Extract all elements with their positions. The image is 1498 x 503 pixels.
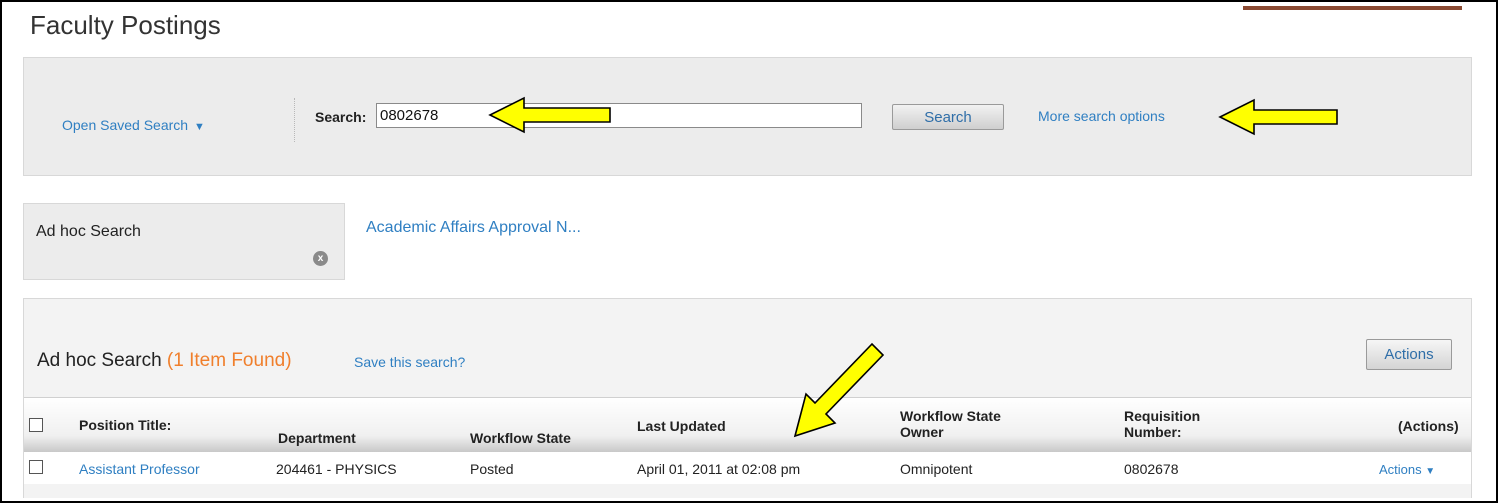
chevron-down-icon: ▼ [1425,466,1436,477]
row-last-updated: April 01, 2011 at 02:08 pm [637,461,801,477]
table-row: Assistant Professor 204461 - PHYSICS Pos… [24,452,1471,484]
column-header-actions: (Actions) [1398,418,1459,434]
row-actions-menu[interactable]: Actions ▼ [1379,462,1435,477]
table-header: Position Title: Department Workflow Stat… [24,397,1471,452]
column-header-last-updated[interactable]: Last Updated [637,418,726,434]
tab-academic-affairs-approval[interactable]: Academic Affairs Approval N... [366,219,581,237]
row-owner: Omnipotent [900,461,973,477]
results-panel: Ad hoc Search (1 Item Found) Save this s… [23,298,1472,498]
row-actions-label: Actions [1379,462,1422,477]
row-position-title-link[interactable]: Assistant Professor [79,461,200,477]
results-heading: Ad hoc Search (1 Item Found) [37,350,292,372]
tab-ad-hoc-search[interactable]: Ad hoc Search x [23,203,345,280]
row-requisition-number: 0802678 [1124,461,1179,477]
row-department: 204461 - PHYSICS [276,461,397,477]
requisition-line2: Number: [1124,424,1182,440]
chevron-down-icon: ▼ [193,121,205,133]
column-header-department[interactable]: Department [278,430,356,446]
actions-button[interactable]: Actions [1366,339,1452,370]
search-input[interactable] [376,103,862,128]
search-button[interactable]: Search [892,104,1004,130]
save-search-link[interactable]: Save this search? [354,354,465,370]
column-header-position-title[interactable]: Position Title: [79,417,171,433]
close-icon[interactable]: x [313,251,328,266]
column-header-workflow-state[interactable]: Workflow State [470,430,571,446]
tab-ad-hoc-search-label: Ad hoc Search [36,223,141,240]
open-saved-search-link[interactable]: Open Saved Search ▼ [62,117,205,133]
annotation-arrow-diagonal-icon [793,342,885,438]
workflow-owner-line1: Workflow State [900,408,1001,424]
top-accent-bar [1243,6,1462,10]
column-header-requisition-number[interactable]: Requisition Number: [1124,408,1200,440]
annotation-arrow-left-icon [1218,98,1338,136]
row-workflow-state: Posted [470,461,514,477]
page-title: Faculty Postings [30,10,221,40]
panel-divider [294,98,295,142]
more-search-options-link[interactable]: More search options [1038,108,1165,124]
workflow-owner-line2: Owner [900,424,944,440]
annotation-arrow-left-icon [488,96,611,134]
column-header-workflow-state-owner[interactable]: Workflow State Owner [900,408,1001,440]
select-all-checkbox[interactable] [29,418,43,432]
requisition-line1: Requisition [1124,408,1201,424]
results-title: Ad hoc Search [37,350,162,371]
search-label: Search: [315,109,367,125]
row-checkbox[interactable] [29,460,43,474]
results-count: (1 Item Found) [166,350,292,371]
open-saved-search-label: Open Saved Search [62,117,189,133]
